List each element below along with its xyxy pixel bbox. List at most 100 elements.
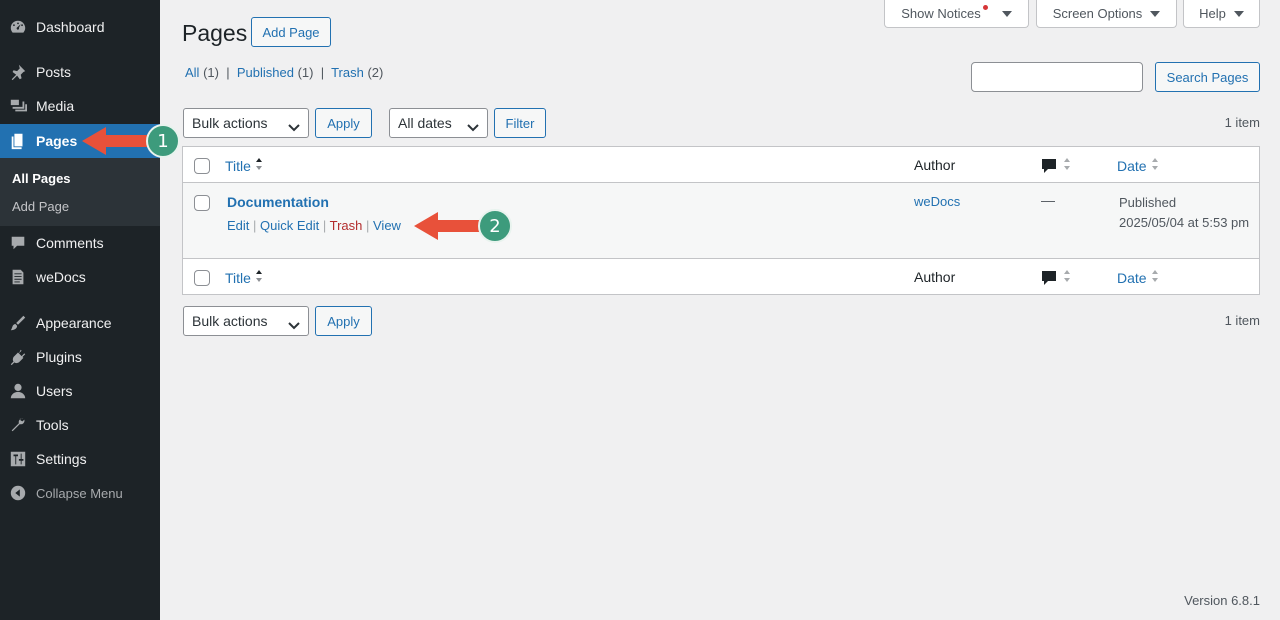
media-icon — [0, 97, 36, 115]
pin-icon — [0, 63, 36, 81]
author-column-header: Author — [914, 157, 956, 173]
sidebar-item-plugins[interactable]: Plugins — [0, 340, 160, 374]
status-filter-links: All (1) | Published (1) | Trash (2) — [185, 65, 383, 80]
version-text: Version 6.8.1 — [1184, 593, 1260, 608]
show-notices-button[interactable]: Show Notices — [884, 0, 1029, 28]
date-column-label: Date — [1117, 157, 1147, 174]
apply-button-bottom[interactable]: Apply — [315, 306, 372, 336]
sidebar-item-comments[interactable]: Comments — [0, 226, 160, 260]
caret-down-icon — [1233, 10, 1244, 17]
date-column-label: Date — [1117, 269, 1147, 286]
view-all-link[interactable]: All — [185, 65, 199, 80]
comment-bubble-icon — [1042, 270, 1056, 285]
view-trash-count: (2) — [367, 65, 384, 80]
table-row: Documentation Edit | Quick Edit | Trash … — [183, 183, 1259, 258]
comment-icon — [0, 234, 36, 252]
help-button[interactable]: Help — [1183, 0, 1260, 28]
sidebar-item-wedocs[interactable]: weDocs — [0, 260, 160, 294]
sidebar-item-label: Plugins — [36, 349, 82, 365]
comment-count: — — [1041, 192, 1055, 208]
submenu-add-page[interactable]: Add Page — [12, 199, 69, 214]
sidebar-item-dashboard[interactable]: Dashboard — [0, 10, 160, 44]
sidebar-item-label: Appearance — [36, 315, 112, 331]
row-checkbox[interactable] — [194, 195, 210, 211]
comments-column-footer[interactable] — [1041, 269, 1071, 286]
sidebar-item-label: weDocs — [36, 269, 86, 285]
sidebar-item-posts[interactable]: Posts — [0, 55, 160, 89]
quick-edit-link[interactable]: Quick Edit — [260, 218, 319, 233]
item-count: 1 item — [1224, 115, 1260, 130]
view-separator: | — [320, 65, 325, 80]
sort-asc-icon — [255, 269, 263, 286]
bulk-actions-select[interactable]: Bulk actions — [183, 108, 309, 138]
users-icon — [0, 382, 36, 400]
author-column-footer: Author — [914, 269, 956, 285]
page-title: Pages — [182, 20, 248, 46]
sort-icon — [1063, 157, 1071, 174]
show-notices-label: Show Notices — [901, 6, 981, 21]
sort-icon — [1063, 269, 1071, 286]
bulk-actions-value: Bulk actions — [192, 115, 268, 131]
admin-sidebar: Dashboard Posts Media Pages All Pages Ad… — [0, 0, 160, 620]
sidebar-item-label: Users — [36, 383, 73, 399]
sort-asc-icon — [255, 157, 263, 174]
view-published-count: (1) — [297, 65, 314, 80]
pages-submenu: All Pages Add Page — [0, 158, 160, 226]
sidebar-item-label: Dashboard — [36, 19, 105, 35]
brush-icon — [0, 314, 36, 332]
trash-link[interactable]: Trash — [330, 218, 363, 233]
date-column-header[interactable]: Date — [1117, 157, 1159, 174]
chevron-down-icon — [288, 317, 300, 333]
sidebar-item-media[interactable]: Media — [0, 89, 160, 123]
apply-button[interactable]: Apply — [315, 108, 372, 138]
sidebar-item-tools[interactable]: Tools — [0, 408, 160, 442]
sidebar-item-users[interactable]: Users — [0, 374, 160, 408]
sidebar-item-appearance[interactable]: Appearance — [0, 306, 160, 340]
select-all-checkbox-footer[interactable] — [194, 270, 210, 286]
sidebar-item-label: Media — [36, 98, 75, 114]
comment-bubble-icon — [1042, 158, 1056, 173]
settings-icon — [0, 450, 36, 468]
date-column-footer[interactable]: Date — [1117, 269, 1159, 286]
add-page-button[interactable]: Add Page — [251, 17, 331, 47]
date-cell: Published 2025/05/04 at 5:53 pm — [1119, 193, 1259, 233]
help-label: Help — [1199, 6, 1226, 21]
sidebar-item-label: Settings — [36, 451, 87, 467]
sort-icon — [1151, 157, 1159, 174]
page-icon — [0, 132, 36, 150]
select-all-checkbox[interactable] — [194, 158, 210, 174]
annotation-badge-1: 1 — [146, 124, 180, 158]
edit-link[interactable]: Edit — [227, 218, 249, 233]
sidebar-item-settings[interactable]: Settings — [0, 442, 160, 476]
collapse-menu-button[interactable]: Collapse Menu — [0, 476, 160, 510]
view-link[interactable]: View — [373, 218, 401, 233]
dashboard-icon — [0, 18, 36, 36]
table-footer: Title Author Date — [183, 258, 1259, 294]
view-published-link[interactable]: Published — [237, 65, 294, 80]
title-column-footer[interactable]: Title — [225, 269, 263, 286]
dates-value: All dates — [398, 115, 452, 131]
plugin-icon — [0, 348, 36, 366]
annotation-badge-2: 2 — [478, 209, 512, 243]
submenu-all-pages[interactable]: All Pages — [12, 171, 71, 186]
screen-options-button[interactable]: Screen Options — [1036, 0, 1177, 28]
view-trash-link[interactable]: Trash — [331, 65, 364, 80]
search-input[interactable] — [971, 62, 1143, 92]
bulk-actions-select-bottom[interactable]: Bulk actions — [183, 306, 309, 336]
comments-column-header[interactable] — [1041, 157, 1071, 174]
sidebar-item-label: Pages — [36, 133, 78, 149]
filter-button[interactable]: Filter — [494, 108, 546, 138]
caret-down-icon — [1150, 10, 1161, 17]
pages-table: Title Author Date Documentation Edit | Q… — [182, 146, 1260, 295]
author-link[interactable]: weDocs — [914, 194, 960, 209]
search-pages-button[interactable]: Search Pages — [1155, 62, 1260, 92]
post-status: Published — [1119, 195, 1177, 210]
dates-select[interactable]: All dates — [389, 108, 488, 138]
chevron-down-icon — [467, 119, 479, 135]
document-icon — [0, 268, 36, 286]
sidebar-item-label: Tools — [36, 417, 69, 433]
view-separator: | — [226, 65, 230, 80]
caret-down-icon — [1001, 10, 1012, 17]
page-title-link[interactable]: Documentation — [227, 194, 329, 210]
title-column-header[interactable]: Title — [225, 157, 263, 174]
